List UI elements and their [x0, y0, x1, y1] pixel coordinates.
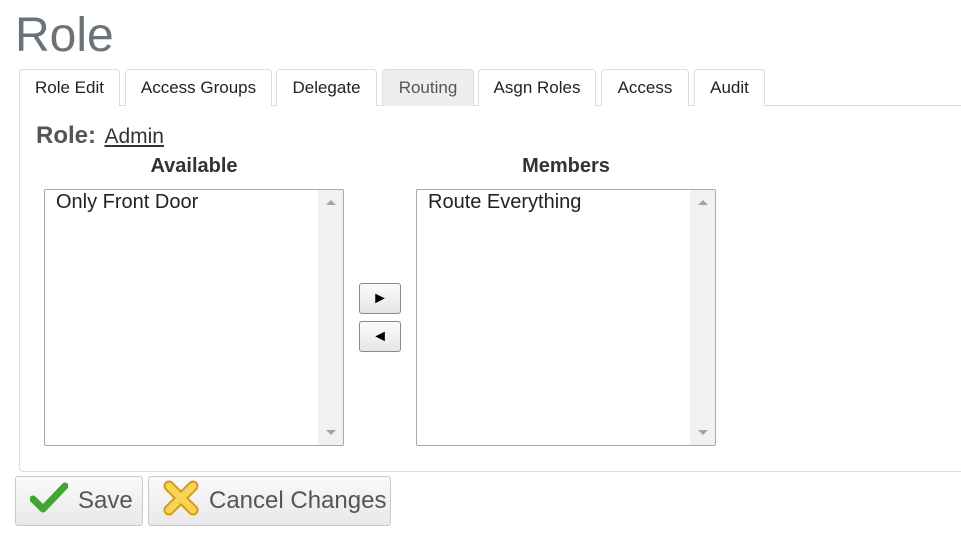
members-heading: Members	[522, 155, 610, 177]
tab-delegate[interactable]: Delegate	[276, 69, 377, 106]
role-line: Role: Admin	[36, 122, 164, 150]
scroll-up-icon[interactable]	[326, 200, 336, 205]
save-label: Save	[78, 487, 133, 514]
tab-audit[interactable]: Audit	[694, 69, 765, 106]
list-item[interactable]: Route Everything	[417, 190, 715, 214]
list-item[interactable]: Only Front Door	[45, 190, 343, 214]
cancel-label: Cancel Changes	[209, 487, 387, 514]
save-button[interactable]: Save	[15, 476, 143, 526]
arrow-left-icon: ◄	[372, 328, 388, 345]
check-icon	[29, 482, 69, 521]
page-title: Role	[15, 9, 114, 62]
x-icon	[163, 480, 199, 523]
tab-role-edit[interactable]: Role Edit	[19, 69, 120, 106]
available-list[interactable]: Only Front Door	[44, 189, 344, 446]
arrow-right-icon: ►	[372, 290, 388, 307]
available-scrollbar[interactable]	[318, 190, 343, 445]
available-heading: Available	[150, 155, 238, 177]
tab-asgn-roles[interactable]: Asgn Roles	[478, 69, 596, 106]
members-list[interactable]: Route Everything	[416, 189, 716, 446]
members-scrollbar[interactable]	[690, 190, 715, 445]
role-name-link[interactable]: Admin	[104, 125, 164, 148]
tab-access-groups[interactable]: Access Groups	[125, 69, 272, 106]
scroll-down-icon[interactable]	[698, 430, 708, 435]
remove-member-button[interactable]: ◄	[359, 321, 401, 352]
add-member-button[interactable]: ►	[359, 283, 401, 314]
scroll-up-icon[interactable]	[698, 200, 708, 205]
cancel-changes-button[interactable]: Cancel Changes	[148, 476, 391, 526]
tab-access[interactable]: Access	[601, 69, 689, 106]
tab-bar: Role Edit Access Groups Delegate Routing…	[19, 69, 961, 106]
scroll-down-icon[interactable]	[326, 430, 336, 435]
role-label: Role:	[36, 122, 96, 149]
tab-routing[interactable]: Routing	[382, 69, 474, 106]
